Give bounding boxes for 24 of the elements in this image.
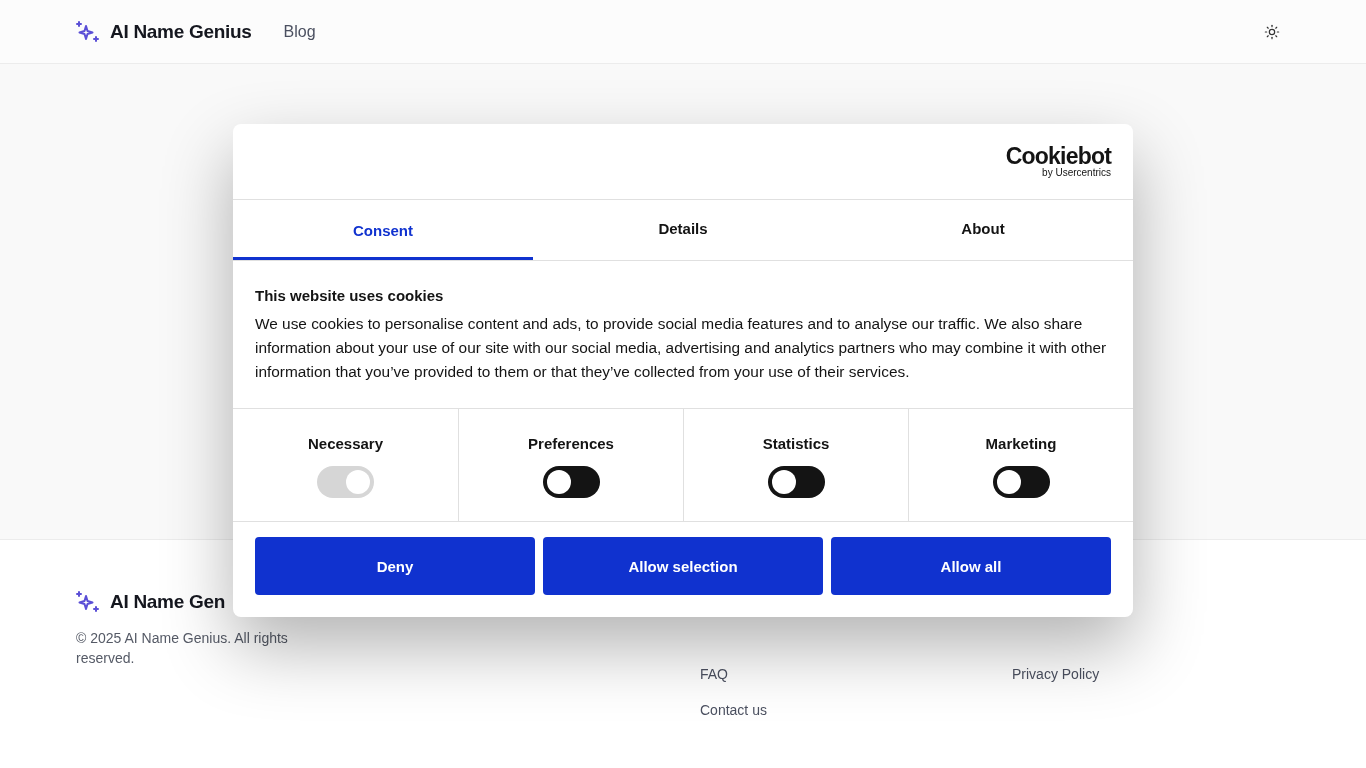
copyright-text: © 2025 AI Name Genius. All rights reserved. (76, 629, 289, 668)
category-switch[interactable] (767, 466, 825, 498)
footer-link[interactable]: Contact us (700, 700, 1012, 720)
brand-name[interactable]: AI Name Genius (110, 20, 252, 43)
nav-link[interactable]: Blog (283, 22, 316, 41)
category-label: Necessary (307, 435, 384, 452)
sparkle-icon (76, 590, 100, 614)
footer-brand-name: AI Name Gen (110, 591, 225, 613)
category-label: Statistics (762, 435, 830, 452)
footer-link[interactable]: Privacy Policy (1012, 664, 1324, 684)
sparkle-icon (76, 19, 100, 44)
consent-button[interactable]: Deny (255, 537, 535, 595)
footer-link[interactable]: FAQ (700, 664, 1012, 684)
cookiebot-logo-text: Cookiebot (1005, 145, 1111, 167)
dialog-title: This website uses cookies (255, 287, 445, 304)
category-switch[interactable] (992, 466, 1050, 498)
category-label: Preferences (528, 435, 614, 452)
consent-button[interactable]: Allow selection (543, 537, 823, 595)
cookie-description: We use cookies to personalise content and ads, to provide social media features and to analyse our traffic. We also share information about your use of our site with our social media, advertising and analytics partners who may combine it with other information that you’ve provided to them or that they’ve collected from your use of their services. (255, 314, 1108, 382)
logo-byline: by Usercentrics (1042, 167, 1111, 178)
category-switch[interactable] (542, 466, 600, 498)
category-label: Marketing (985, 435, 1057, 452)
consent-button[interactable]: Allow all (831, 537, 1111, 595)
dialog-tab[interactable]: Consent (233, 200, 533, 260)
